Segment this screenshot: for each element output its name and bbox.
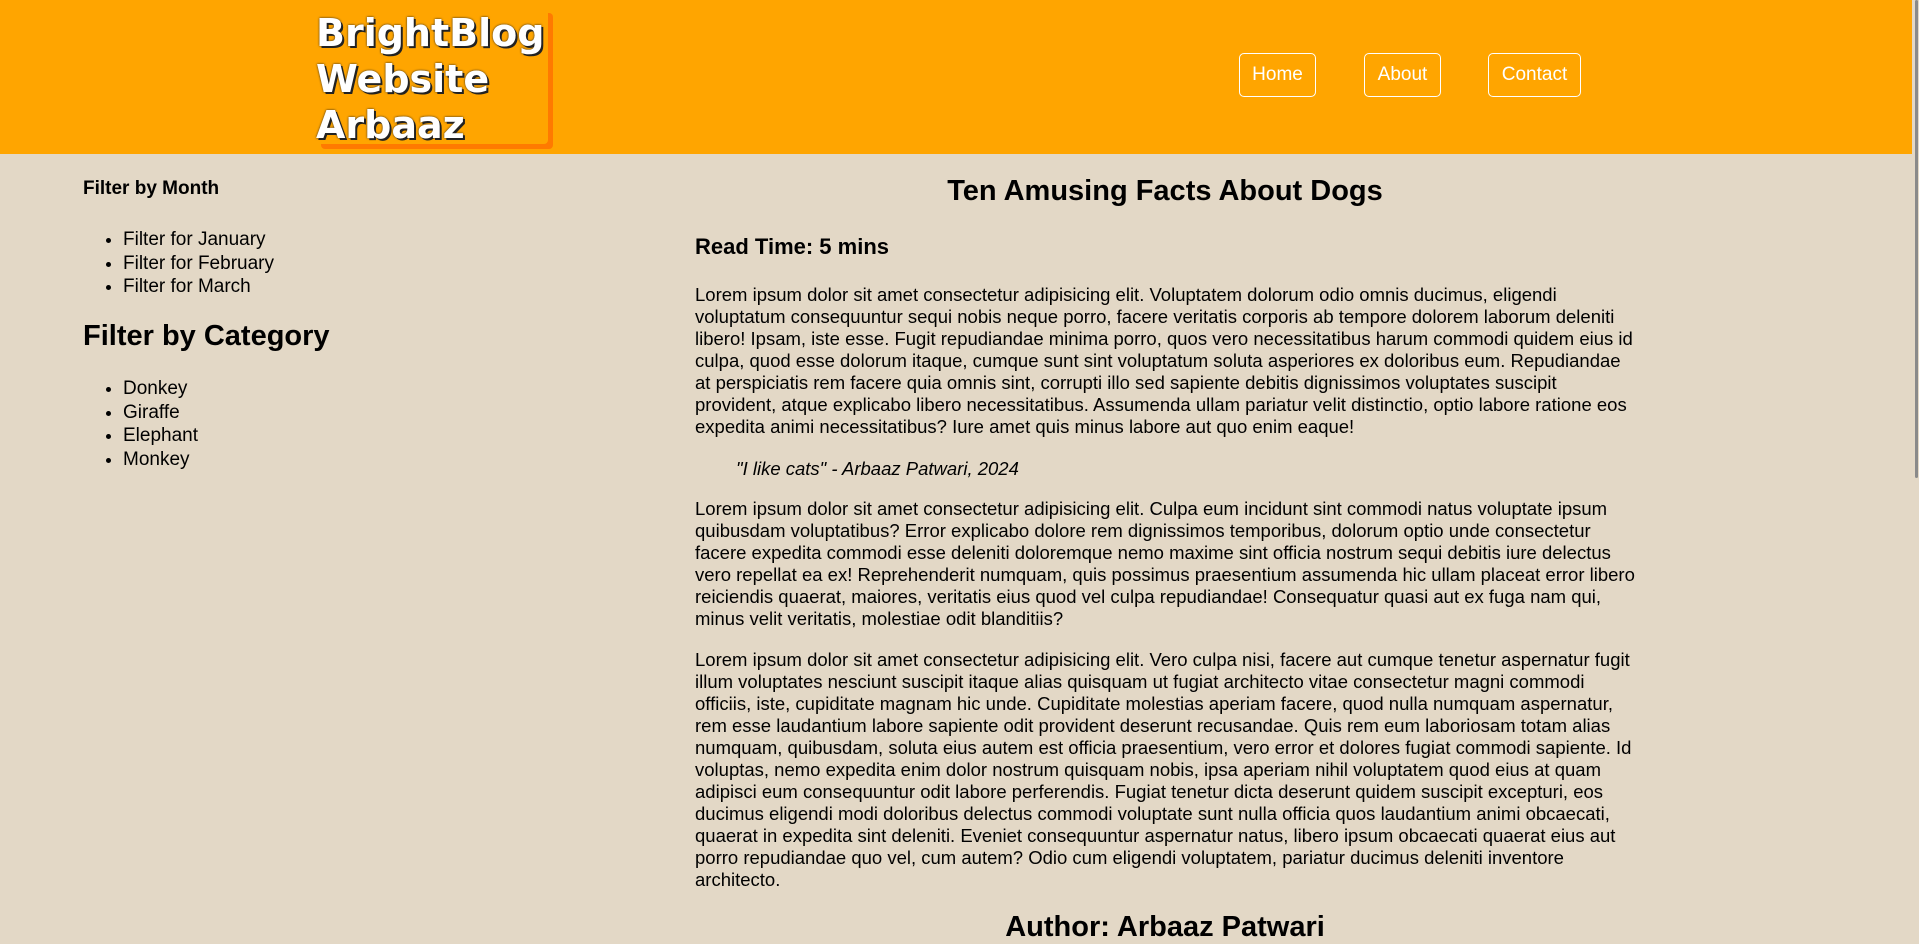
site-header: BrightBlog Website Arbaaz Home About Con… (0, 0, 1919, 154)
article-paragraph-3: Lorem ipsum dolor sit amet consectetur a… (695, 649, 1632, 890)
month-filter-item-january[interactable]: Filter for January (123, 228, 274, 252)
read-time: Read Time: 5 mins (695, 234, 889, 259)
article-paragraph-2: Lorem ipsum dolor sit amet consectetur a… (695, 498, 1635, 629)
article-title: Ten Amusing Facts About Dogs (947, 175, 1383, 207)
nav-home-button[interactable]: Home (1239, 53, 1316, 97)
logo-text-line-3: Arbaaz (316, 103, 465, 147)
category-filter-item-donkey[interactable]: Donkey (123, 377, 198, 401)
logo-text-line-1: BrightBlog (316, 11, 545, 55)
category-filter-item-elephant[interactable]: Elephant (123, 424, 198, 448)
month-filter-list: Filter for January Filter for February F… (83, 228, 274, 299)
month-filter-item-march[interactable]: Filter for March (123, 275, 274, 299)
article-paragraph-1: Lorem ipsum dolor sit amet consectetur a… (695, 284, 1633, 437)
page-scrollbar[interactable] (1912, 0, 1919, 942)
category-filter-item-monkey[interactable]: Monkey (123, 448, 198, 472)
article-quote: "I like cats" - Arbaaz Patwari, 2024 (736, 458, 1019, 479)
month-filter-heading: Filter by Month (83, 178, 220, 199)
nav-contact-button[interactable]: Contact (1488, 53, 1581, 97)
article-author: Author: Arbaaz Patwari (1005, 911, 1325, 943)
month-filter-item-february[interactable]: Filter for February (123, 252, 274, 276)
scrollbar-thumb[interactable] (1915, 0, 1918, 478)
category-filter-item-giraffe[interactable]: Giraffe (123, 401, 198, 425)
logo-text-line-2: Website (316, 57, 490, 101)
nav-about-button[interactable]: About (1364, 53, 1441, 97)
filter-sidebar: Filter by Month Filter for January Filte… (83, 178, 583, 470)
category-filter-heading: Filter by Category (83, 320, 330, 352)
category-filter-list: Donkey Giraffe Elephant Monkey (83, 377, 198, 471)
site-logo[interactable]: BrightBlog Website Arbaaz (316, 8, 548, 144)
